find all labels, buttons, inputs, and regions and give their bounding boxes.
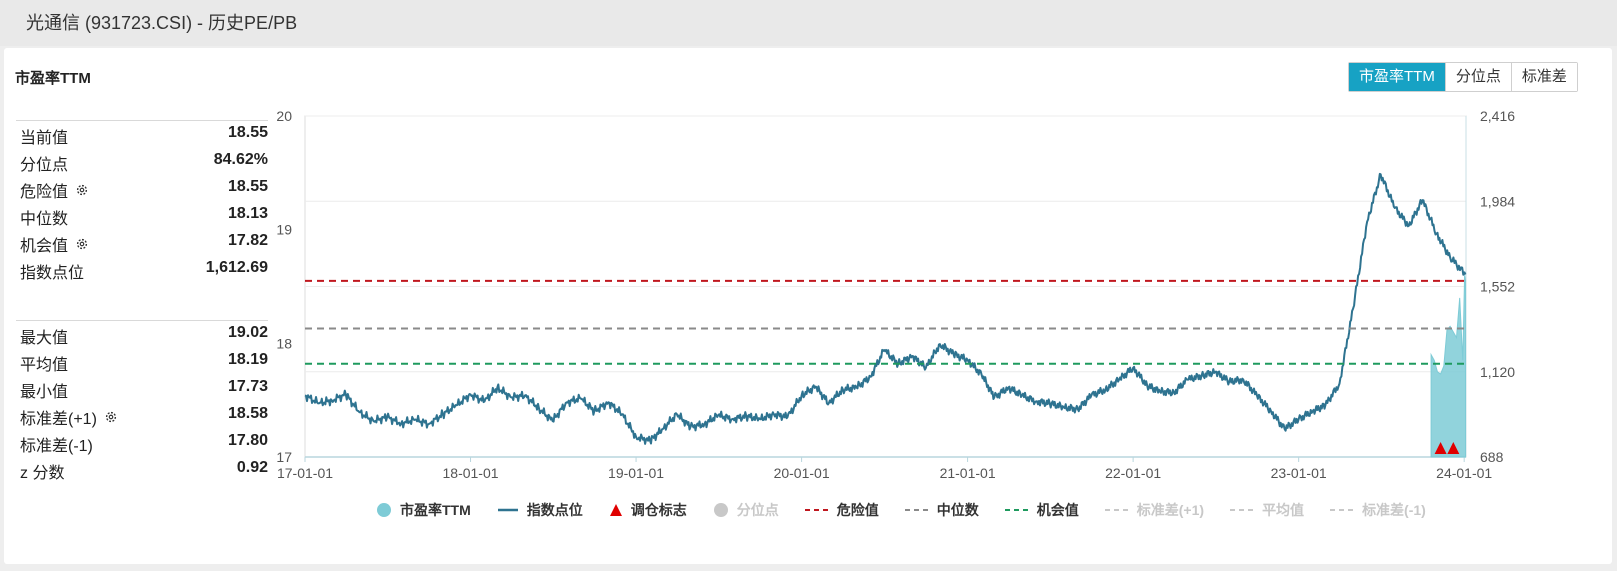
x-tick-label: 19-01-01 [608, 465, 664, 481]
x-tick-label: 22-01-01 [1105, 465, 1161, 481]
y-left-tick-label: 18 [276, 335, 292, 351]
y-left-tick-label: 19 [276, 222, 292, 238]
y-right-tick-label: 1,552 [1480, 279, 1515, 295]
y-right-tick-label: 1,984 [1480, 193, 1515, 209]
x-tick-label: 24-01-01 [1436, 465, 1492, 481]
pe-history-chart: 17 18 19 20 688 1,120 1,552 1,984 2,416 17-01-01 1… [276, 108, 1515, 481]
y-right-tick-label: 688 [1480, 449, 1504, 465]
x-tick-label: 21-01-01 [940, 465, 996, 481]
pe-ttm-area [1430, 275, 1466, 458]
x-tick-label: 20-01-01 [774, 465, 830, 481]
y-right-tick-label: 2,416 [1480, 108, 1515, 124]
y-right-tick-label: 1,120 [1480, 364, 1515, 380]
x-tick-label: 17-01-01 [277, 465, 333, 481]
y-left-tick-label: 20 [276, 108, 292, 124]
x-tick-label: 18-01-01 [443, 465, 499, 481]
x-tick-label: 23-01-01 [1271, 465, 1327, 481]
y-left-tick-label: 17 [276, 449, 292, 465]
index-level-line [304, 172, 1467, 445]
